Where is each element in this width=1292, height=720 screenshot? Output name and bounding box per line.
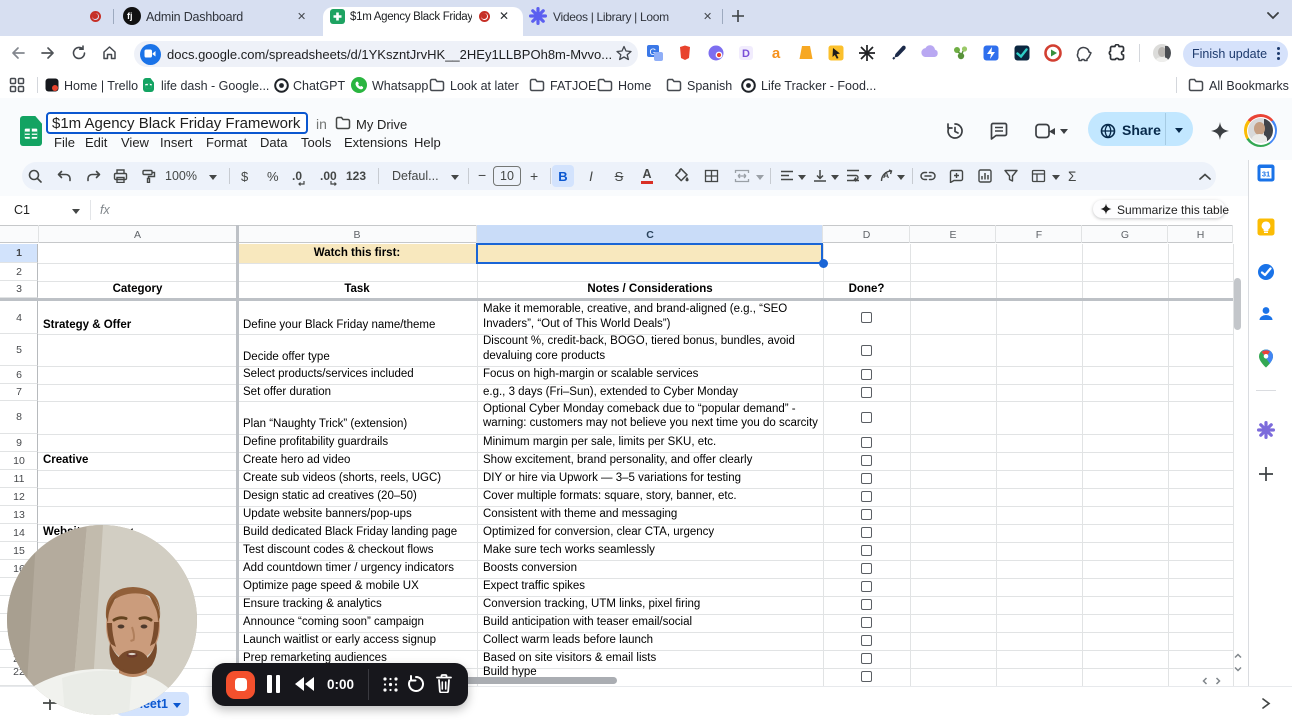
svg-text:A: A [883, 170, 889, 180]
svg-text:D: D [742, 48, 750, 60]
svg-text:a: a [772, 45, 781, 62]
svg-text:31: 31 [1262, 170, 1270, 179]
